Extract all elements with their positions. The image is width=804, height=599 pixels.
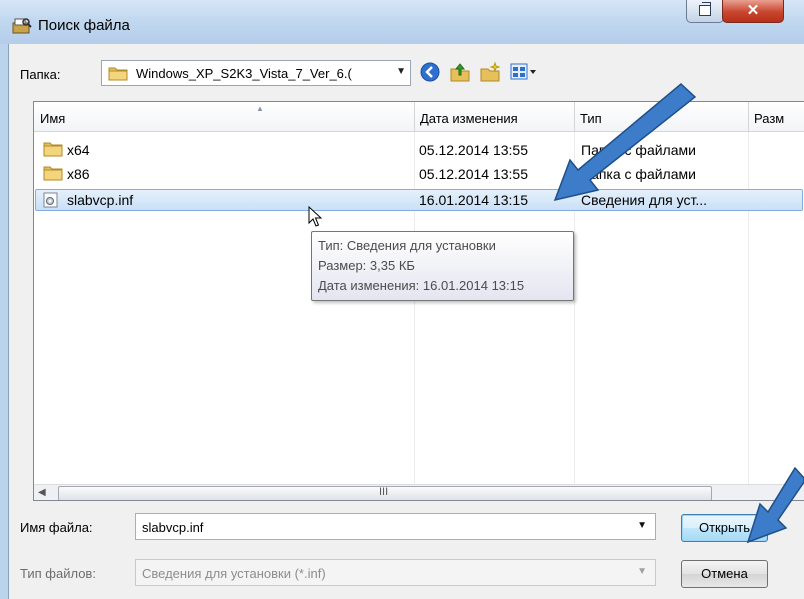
title-bar[interactable]: Поиск файла ✕ (0, 0, 804, 44)
column-header-name[interactable]: Имя ▲ (34, 102, 414, 132)
filetype-combobox[interactable]: Сведения для установки (*.inf) ▼ (135, 559, 656, 586)
scrollbar-thumb[interactable]: III (58, 486, 712, 500)
mouse-cursor-icon (308, 206, 322, 227)
folder-path-text: Windows_XP_S2K3_Vista_7_Ver_6.( (136, 66, 352, 81)
column-separator[interactable] (748, 102, 749, 132)
search-file-icon (12, 18, 32, 34)
file-info-tooltip: Тип: Сведения для установки Размер: 3,35… (311, 231, 574, 301)
chevron-down-icon[interactable]: ▼ (637, 566, 647, 577)
file-row-slabvcp-inf[interactable]: slabvcp.inf 16.01.2014 13:15 Сведения дл… (35, 189, 803, 211)
folder-label: Папка: (20, 67, 61, 82)
column-header-size[interactable]: Разм (748, 102, 804, 132)
cancel-button[interactable]: Отмена (681, 560, 768, 588)
close-button[interactable]: ✕ (722, 0, 784, 23)
window-title: Поиск файла (38, 17, 130, 34)
view-menu-icon[interactable] (509, 61, 539, 88)
up-folder-icon[interactable] (449, 61, 471, 88)
chevron-down-icon[interactable]: ▼ (396, 66, 406, 77)
file-type: Папка с файлами (581, 142, 696, 158)
file-name: slabvcp.inf (67, 192, 134, 208)
tooltip-type: Тип: Сведения для установки (318, 238, 496, 253)
file-date: 16.01.2014 13:15 (419, 192, 528, 208)
tooltip-size: Размер: 3,35 КБ (318, 258, 415, 273)
file-list[interactable]: Имя ▲ Дата изменения Тип Разм x64 05.12.… (33, 101, 804, 501)
restore-button[interactable] (686, 0, 724, 23)
file-date: 05.12.2014 13:55 (419, 166, 528, 182)
inf-file-icon (43, 192, 58, 208)
column-separator[interactable] (414, 102, 415, 132)
file-row-x86[interactable]: x86 05.12.2014 13:55 Папка с файлами (35, 163, 803, 185)
scrollbar-grip: III (379, 486, 389, 498)
folder-icon (108, 67, 128, 81)
file-row-x64[interactable]: x64 05.12.2014 13:55 Папка с файлами (35, 139, 803, 161)
filename-value: slabvcp.inf (142, 520, 204, 535)
filename-combobox[interactable]: slabvcp.inf ▼ (135, 513, 656, 540)
column-separator[interactable] (574, 102, 575, 132)
filename-label: Имя файла: (20, 520, 93, 535)
file-date: 05.12.2014 13:55 (419, 142, 528, 158)
file-type: Сведения для уст... (581, 192, 708, 208)
horizontal-scrollbar[interactable]: ◀ III (34, 484, 804, 500)
chevron-down-icon[interactable]: ▼ (637, 520, 647, 531)
column-header-type[interactable]: Тип (574, 102, 748, 132)
file-type: Папка с файлами (581, 166, 696, 182)
open-button[interactable]: Открыть (681, 514, 768, 542)
tooltip-date: Дата изменения: 16.01.2014 13:15 (318, 278, 525, 293)
file-open-dialog: Поиск файла ✕ Папка: Windows_XP_S2K3_Vis… (0, 0, 804, 599)
back-icon[interactable] (419, 61, 441, 88)
filetype-label: Тип файлов: (20, 566, 96, 581)
file-name: x64 (67, 142, 90, 158)
close-icon: ✕ (746, 2, 760, 19)
scroll-left-arrow-icon[interactable]: ◀ (38, 487, 46, 498)
folder-path-combobox[interactable]: Windows_XP_S2K3_Vista_7_Ver_6.( ▼ (101, 60, 411, 86)
folder-icon (43, 166, 63, 181)
filetype-value: Сведения для установки (*.inf) (142, 566, 326, 581)
column-header-date[interactable]: Дата изменения (414, 102, 574, 132)
folder-icon (43, 142, 63, 157)
new-folder-icon[interactable] (479, 61, 501, 88)
sort-caret-icon: ▲ (256, 104, 264, 113)
file-name: x86 (67, 166, 90, 182)
restore-icon (699, 2, 711, 16)
